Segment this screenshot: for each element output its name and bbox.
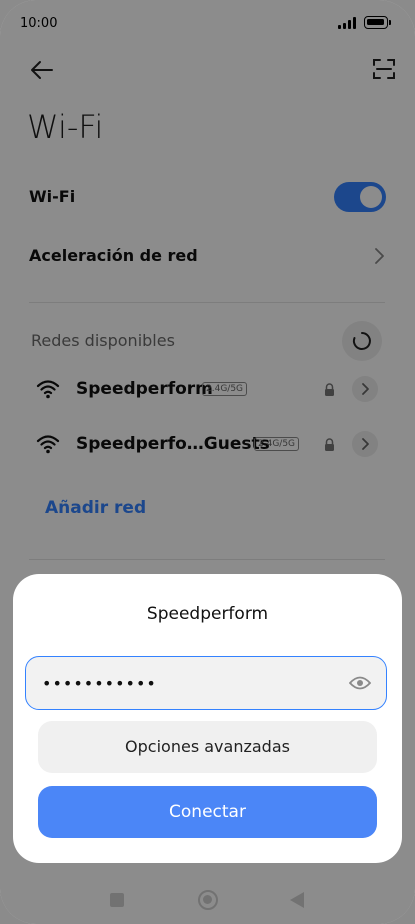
password-value: ••••••••••• [42, 674, 157, 693]
dialog-title: Speedperform [146, 604, 269, 624]
advanced-options-button[interactable]: Opciones avanzadas [38, 721, 377, 773]
connect-dialog: Speedperform ••••••••••• Opciones avanza… [13, 574, 402, 863]
advanced-options-label: Opciones avanzadas [125, 737, 290, 756]
connect-button[interactable]: Conectar [38, 786, 377, 838]
password-field[interactable]: ••••••••••• [25, 656, 387, 710]
connect-label: Conectar [169, 802, 246, 822]
eye-icon[interactable] [349, 675, 371, 691]
settings-screen: 10:00 Wi-Fi Wi-Fi Aceleración de red Red… [0, 0, 415, 924]
